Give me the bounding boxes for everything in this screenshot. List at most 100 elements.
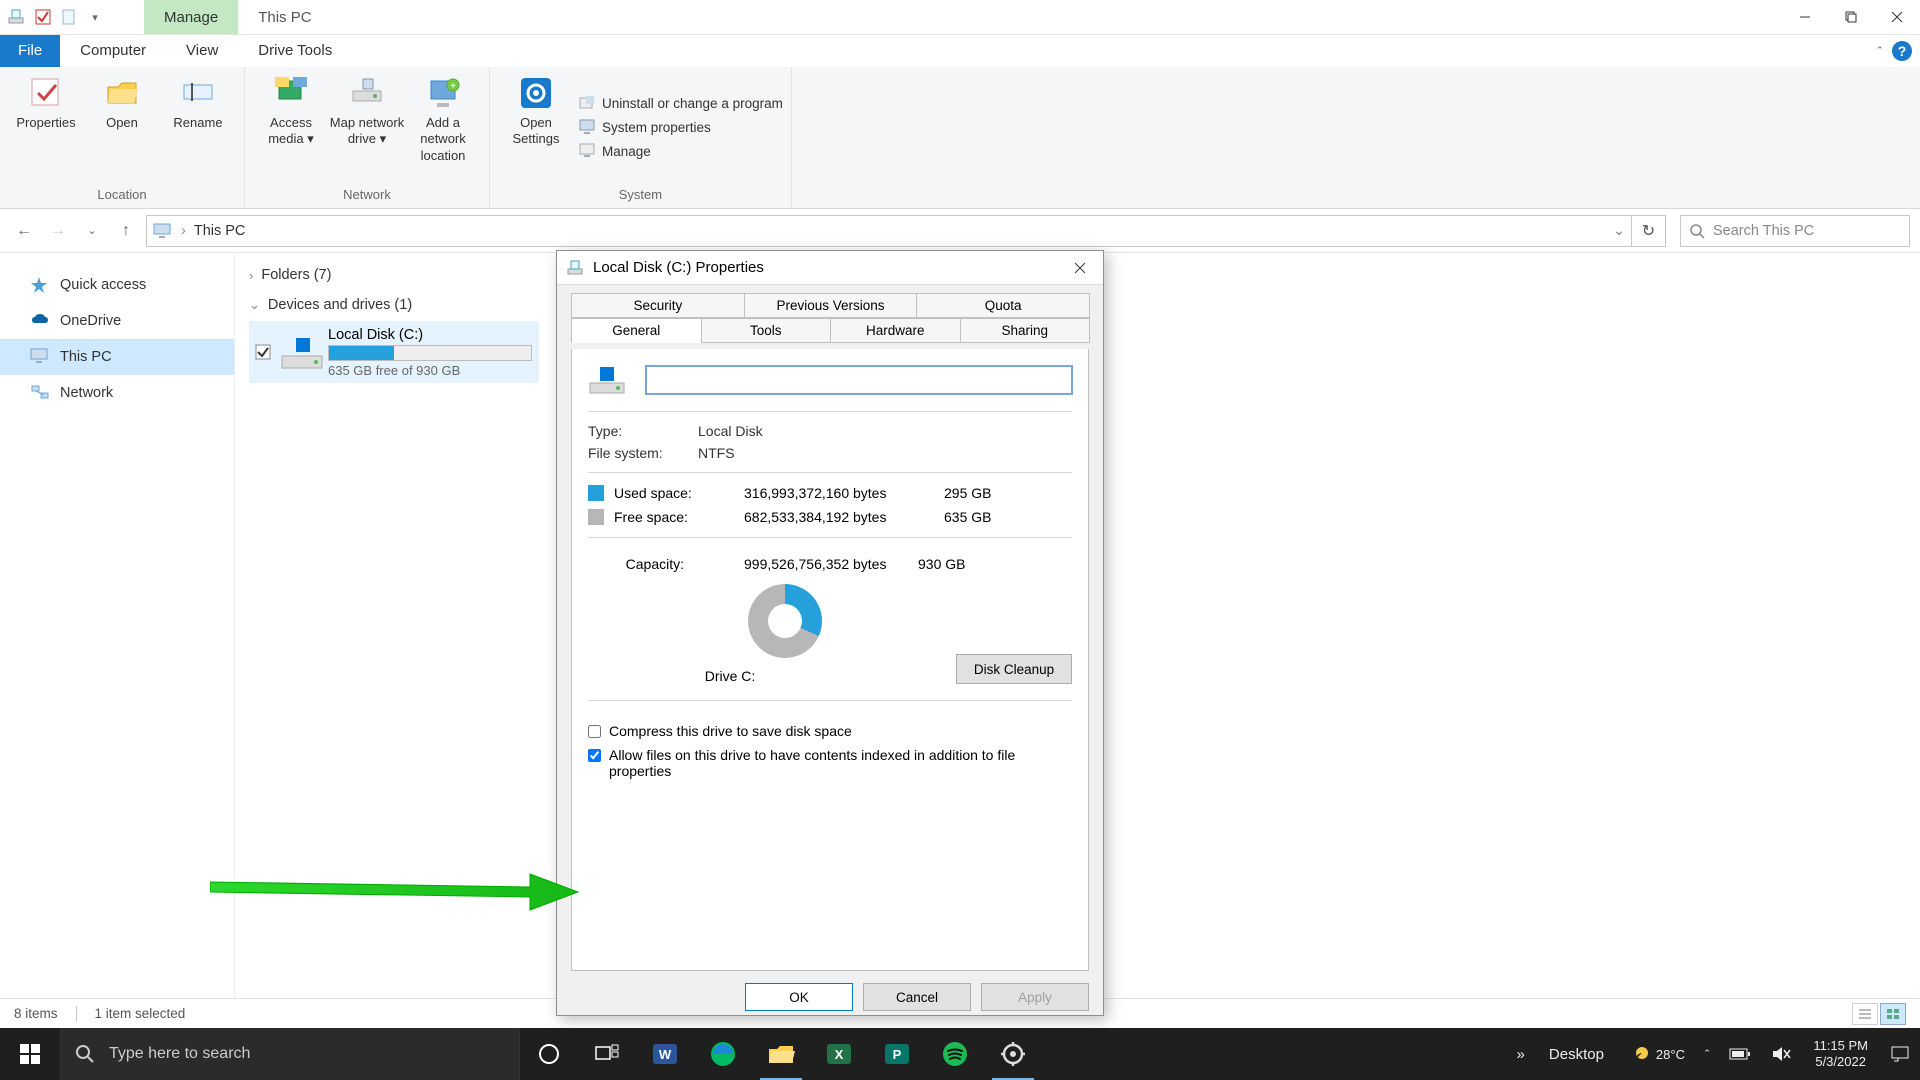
maximize-button[interactable] (1828, 1, 1874, 33)
taskbar-app-publisher[interactable]: P (868, 1028, 926, 1080)
start-button[interactable] (0, 1028, 60, 1080)
system-properties-button[interactable]: System properties (578, 118, 783, 136)
minimize-button[interactable] (1782, 1, 1828, 33)
tab-drive-tools[interactable]: Drive Tools (238, 35, 352, 67)
ribbon: Properties Open Rename Location Access m… (0, 67, 1920, 209)
refresh-button[interactable]: ↻ (1632, 215, 1666, 247)
map-drive-button[interactable]: Map network drive ▾ (329, 71, 405, 183)
open-settings-button[interactable]: Open Settings (498, 71, 574, 183)
clock[interactable]: 11:15 PM 5/3/2022 (1801, 1028, 1880, 1080)
drive-item-c[interactable]: Local Disk (C:) 635 GB free of 930 GB (249, 321, 539, 383)
tab-computer[interactable]: Computer (60, 35, 166, 67)
manage-button[interactable]: Manage (578, 142, 783, 160)
action-center-icon[interactable] (1880, 1028, 1920, 1080)
sidebar-item-this-pc[interactable]: This PC (0, 339, 234, 375)
weather-widget[interactable]: 28°C (1618, 1028, 1695, 1080)
drive-checkbox[interactable] (250, 344, 276, 360)
collapse-ribbon-icon[interactable]: ˆ (1878, 44, 1882, 59)
view-tiles-button[interactable] (1880, 1003, 1906, 1025)
rename-button[interactable]: Rename (160, 71, 236, 183)
svg-text:+: + (450, 81, 456, 92)
taskbar-app-settings[interactable] (984, 1028, 1042, 1080)
properties-button[interactable]: Properties (8, 71, 84, 183)
forward-button[interactable]: → (44, 217, 72, 245)
quick-access-toolbar: ▾ (0, 8, 104, 26)
tab-previous-versions[interactable]: Previous Versions (744, 293, 918, 318)
chevron-right-icon[interactable]: › (181, 223, 186, 239)
checkbox-icon[interactable] (34, 8, 52, 26)
qat-dropdown-icon[interactable]: ▾ (86, 8, 104, 26)
access-media-button[interactable]: Access media ▾ (253, 71, 329, 183)
rename-icon (180, 75, 216, 111)
apply-button[interactable]: Apply (981, 983, 1089, 1011)
free-space-label: Free space: (614, 509, 744, 525)
contextual-tab-manage[interactable]: Manage (144, 0, 238, 34)
taskbar-app-spotify[interactable] (926, 1028, 984, 1080)
uninstall-button[interactable]: Uninstall or change a program (578, 94, 783, 112)
ribbon-tabs: File Computer View Drive Tools ˆ ? (0, 35, 1920, 67)
sidebar-item-quick-access[interactable]: Quick access (0, 267, 234, 303)
tab-security[interactable]: Security (571, 293, 745, 318)
tab-tools[interactable]: Tools (701, 318, 832, 343)
index-checkbox-row[interactable]: Allow files on this drive to have conten… (588, 743, 1072, 783)
tray-overflow-icon[interactable]: » (1507, 1028, 1535, 1080)
index-checkbox[interactable] (588, 749, 601, 762)
tab-file[interactable]: File (0, 35, 60, 67)
close-button[interactable] (1057, 251, 1103, 284)
tab-general[interactable]: General (571, 318, 702, 343)
sidebar-item-onedrive[interactable]: OneDrive (0, 303, 234, 339)
compress-checkbox-row[interactable]: Compress this drive to save disk space (588, 719, 1072, 743)
back-button[interactable]: ← (10, 217, 38, 245)
cortana-button[interactable] (520, 1028, 578, 1080)
star-icon (30, 276, 50, 294)
drive-name-input[interactable] (646, 366, 1072, 394)
manage-icon (578, 142, 596, 160)
filesystem-value: NTFS (698, 445, 1072, 461)
gear-icon (518, 75, 554, 111)
taskbar: Type here to search W X P » Desktop 28°C… (0, 1028, 1920, 1080)
cancel-button[interactable]: Cancel (863, 983, 971, 1011)
ok-button[interactable]: OK (745, 983, 853, 1011)
disk-cleanup-button[interactable]: Disk Cleanup (956, 654, 1072, 684)
address-bar[interactable]: › This PC ⌄ (146, 215, 1632, 247)
taskbar-app-excel[interactable]: X (810, 1028, 868, 1080)
compress-label: Compress this drive to save disk space (609, 723, 852, 739)
document-icon[interactable] (60, 8, 78, 26)
chevron-down-icon[interactable]: ⌄ (1613, 223, 1625, 239)
search-input[interactable]: Search This PC (1680, 215, 1910, 247)
taskbar-app-word[interactable]: W (636, 1028, 694, 1080)
drive-icon (567, 259, 585, 277)
open-button[interactable]: Open (84, 71, 160, 183)
add-network-location-button[interactable]: + Add a network location (405, 71, 481, 183)
group-label: System (498, 183, 783, 208)
dialog-titlebar[interactable]: Local Disk (C:) Properties (557, 251, 1103, 285)
used-color-swatch (588, 485, 604, 501)
taskbar-search[interactable]: Type here to search (60, 1028, 520, 1080)
tab-sharing[interactable]: Sharing (960, 318, 1091, 343)
taskbar-app-edge[interactable] (694, 1028, 752, 1080)
ribbon-group-location: Properties Open Rename Location (0, 67, 245, 208)
tray-chevron-up-icon[interactable]: ˆ (1695, 1028, 1719, 1080)
used-space-label: Used space: (614, 485, 744, 501)
battery-icon[interactable] (1719, 1028, 1761, 1080)
show-desktop-label[interactable]: Desktop (1535, 1028, 1618, 1080)
breadcrumb-item[interactable]: This PC (194, 223, 246, 239)
help-icon[interactable]: ? (1892, 41, 1912, 61)
view-details-button[interactable] (1852, 1003, 1878, 1025)
taskbar-app-explorer[interactable] (752, 1028, 810, 1080)
search-placeholder: Search This PC (1713, 223, 1814, 239)
status-selected-count: 1 item selected (95, 1006, 186, 1021)
recent-dropdown-icon[interactable]: ⌄ (78, 217, 106, 245)
compress-checkbox[interactable] (588, 725, 601, 738)
tab-quota[interactable]: Quota (916, 293, 1090, 318)
sidebar-item-network[interactable]: Network (0, 375, 234, 411)
close-button[interactable] (1874, 1, 1920, 33)
task-view-button[interactable] (578, 1028, 636, 1080)
capacity-gb: 930 GB (918, 556, 998, 572)
folder-open-icon (104, 75, 140, 111)
tab-hardware[interactable]: Hardware (830, 318, 961, 343)
tab-view[interactable]: View (166, 35, 238, 67)
volume-muted-icon[interactable] (1761, 1028, 1801, 1080)
up-button[interactable]: ↑ (112, 217, 140, 245)
status-item-count: 8 items (14, 1006, 58, 1021)
